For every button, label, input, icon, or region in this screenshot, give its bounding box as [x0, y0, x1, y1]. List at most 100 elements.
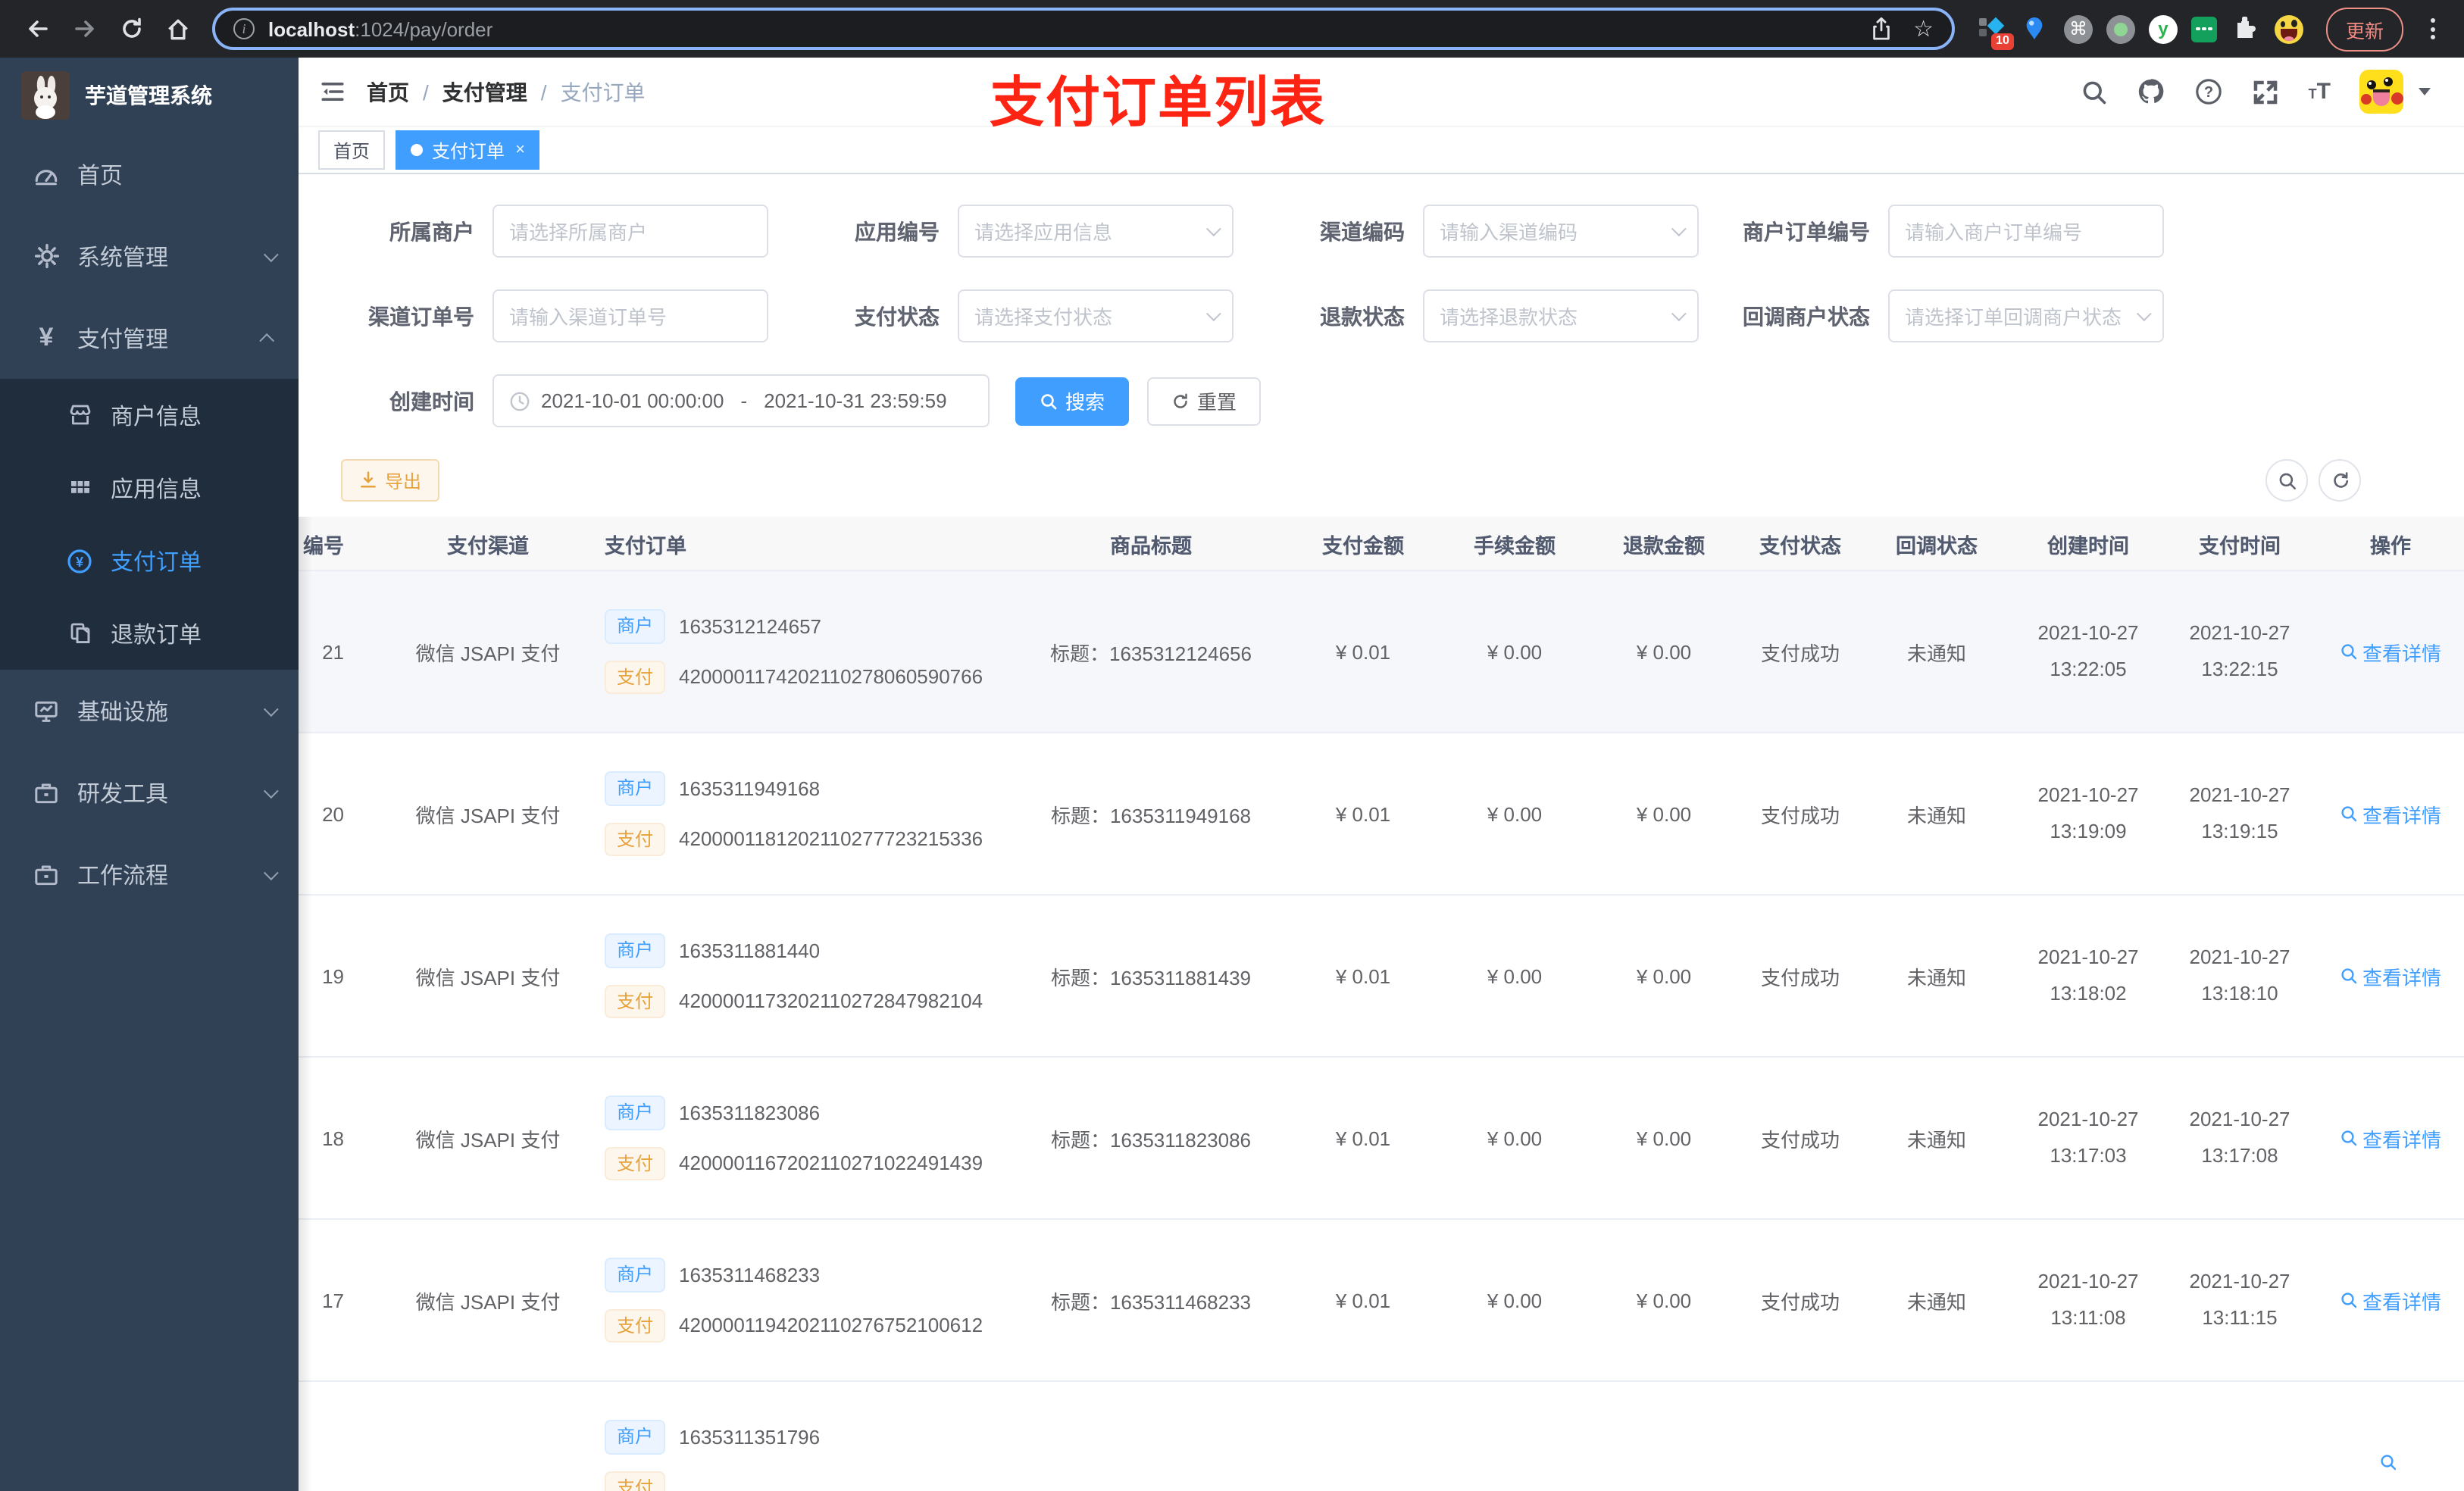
- create-time-range-picker[interactable]: 2021-10-01 00:00:00 - 2021-10-31 23:59:5…: [492, 374, 990, 427]
- page-content: 所属商户 请选择所属商户 应用编号 请选择应用信息 渠道编码 请输入渠道编码 商…: [299, 174, 2464, 1491]
- cell-created-time: 2021-10-27 13:18:02: [2037, 946, 2139, 1005]
- cell-title: [1018, 1382, 1284, 1491]
- sidebar-item-pay[interactable]: ¥ 支付管理: [0, 297, 299, 379]
- extension-green-dot-icon[interactable]: [2106, 14, 2135, 43]
- bookmark-star-icon[interactable]: ☆: [1913, 17, 1934, 40]
- fullscreen-icon[interactable]: [2253, 78, 2280, 105]
- date-start: 2021-10-01 00:00:00: [541, 389, 724, 412]
- cell-id: 21: [322, 640, 344, 663]
- channel-order-no-input[interactable]: 请输入渠道订单号: [492, 289, 768, 342]
- view-detail-link[interactable]: 查看详情: [2340, 1286, 2441, 1314]
- table-header-cell: 创建时间: [2047, 534, 2129, 557]
- sidebar-item-merchant-info[interactable]: 商户信息: [0, 379, 299, 452]
- sidebar-item-system[interactable]: 系统管理: [0, 215, 299, 297]
- tab-pay-order[interactable]: 支付订单 ×: [396, 130, 540, 170]
- cell-action: 查看详情: [2317, 1058, 2464, 1218]
- cell-paid-time: 2021-10-27 13:18:10: [2189, 946, 2290, 1005]
- app-logo-row[interactable]: 芋道管理系统: [0, 58, 299, 133]
- cell-refund: [1587, 1382, 1741, 1491]
- extension-emoji-icon[interactable]: [2274, 14, 2303, 43]
- toggle-search-button[interactable]: [2265, 459, 2308, 502]
- github-icon[interactable]: [2137, 77, 2166, 106]
- browser-forward-button[interactable]: [62, 7, 106, 51]
- breadcrumb-home[interactable]: 首页: [367, 77, 409, 107]
- avatar-caret-icon[interactable]: [2419, 88, 2431, 95]
- avatar[interactable]: [2359, 70, 2403, 114]
- merchant-tag: 商户: [605, 1257, 666, 1292]
- sidebar-item-workflow[interactable]: 工作流程: [0, 833, 299, 915]
- browser-reload-button[interactable]: [109, 7, 153, 51]
- sidebar-item-devtools[interactable]: 研发工具: [0, 752, 299, 833]
- channel-code-select[interactable]: 请输入渠道编码: [1423, 205, 1699, 258]
- cell-channel: 微信 JSAPI 支付: [415, 966, 561, 989]
- cell-fee: [1443, 1382, 1587, 1491]
- extension-command-icon[interactable]: ⌘: [2063, 14, 2093, 43]
- table-body: 21 微信 JSAPI 支付 商户 1635312124657 支付 42000…: [299, 571, 2464, 1491]
- search-icon[interactable]: [2081, 78, 2109, 105]
- url-bar[interactable]: i localhost:1024/pay/order ☆: [212, 8, 1955, 50]
- view-detail-link[interactable]: 查看详情: [2340, 799, 2441, 828]
- tab-home[interactable]: 首页: [318, 130, 386, 170]
- sidebar-item-label: 支付管理: [77, 327, 169, 352]
- cell-id: [299, 1382, 365, 1491]
- search-icon: [2341, 1293, 2357, 1308]
- extension-puzzle-icon[interactable]: [2231, 14, 2261, 44]
- share-icon[interactable]: [1869, 17, 1892, 41]
- browser-back-button[interactable]: [15, 7, 59, 51]
- merchant-input[interactable]: 请选择所属商户: [492, 205, 768, 258]
- pay-tag: 支付: [605, 1308, 666, 1343]
- tags-view-bar: 首页 支付订单 ×: [299, 127, 2464, 174]
- breadcrumb-pay[interactable]: 支付管理: [442, 77, 527, 107]
- refund-status-select[interactable]: 请选择退款状态: [1423, 289, 1699, 342]
- sidebar-item-home[interactable]: 首页: [0, 133, 299, 215]
- view-detail-link[interactable]: 查看详情: [2340, 637, 2441, 666]
- merchant-order-no-input[interactable]: 请输入商户订单编号: [1888, 205, 2164, 258]
- cell-channel: 微信 JSAPI 支付: [415, 1128, 561, 1151]
- cell-amount: ¥ 0.01: [1335, 802, 1391, 825]
- menu-fold-icon[interactable]: [320, 79, 346, 105]
- chevron-down-icon: [263, 783, 279, 799]
- table-header-cell: 编号: [303, 534, 344, 557]
- close-icon[interactable]: ×: [515, 141, 525, 159]
- browser-update-button[interactable]: 更新: [2325, 7, 2403, 51]
- cell-pay-status: 支付成功: [1760, 1290, 1840, 1313]
- sidebar-item-pay-order[interactable]: ¥ 支付订单: [0, 524, 299, 597]
- app-logo-rabbit: [21, 71, 70, 120]
- extension-figma-icon[interactable]: 10: [1976, 14, 2014, 50]
- sidebar-item-app-info[interactable]: 应用信息: [0, 452, 299, 524]
- help-icon[interactable]: ?: [2195, 77, 2224, 106]
- cell-created-time: 2021-10-27 13:17:03: [2037, 1108, 2139, 1167]
- table-header-cell: 操作: [2370, 534, 2411, 557]
- export-button[interactable]: 导出: [341, 459, 440, 502]
- sidebar-item-refund-order[interactable]: 退款订单: [0, 597, 299, 670]
- view-detail-link[interactable]: 查看详情: [2340, 961, 2441, 990]
- browser-chrome: i localhost:1024/pay/order ☆ 10 ⌘ y 更新: [0, 0, 2464, 58]
- info-icon[interactable]: i: [233, 18, 255, 39]
- refresh-table-button[interactable]: [2319, 459, 2361, 502]
- view-detail-link[interactable]: 查看详情: [2340, 1124, 2441, 1152]
- cell-fee: ¥ 0.00: [1487, 964, 1543, 987]
- browser-home-button[interactable]: [156, 7, 200, 51]
- pay-tag: 支付: [605, 822, 666, 857]
- sidebar: 芋道管理系统 首页 系统管理 ¥ 支付管理 商户信息 应用信息 ¥ 支付订单 退…: [0, 58, 299, 1491]
- extension-chat-icon[interactable]: [2190, 16, 2217, 42]
- sidebar-item-label: 首页: [77, 163, 124, 189]
- font-size-icon[interactable]: TT: [2309, 80, 2331, 104]
- table-header-cell: 支付渠道: [447, 534, 529, 557]
- callback-status-select[interactable]: 请选择订单回调商户状态: [1888, 289, 2164, 342]
- sidebar-item-label: 基础设施: [77, 699, 169, 725]
- extension-balloon-icon[interactable]: [2020, 14, 2050, 44]
- pay-status-select[interactable]: 请选择支付状态: [958, 289, 1234, 342]
- search-button[interactable]: 搜索: [1015, 377, 1130, 425]
- cell-action: 查看详情: [2317, 1220, 2464, 1380]
- merchant-order-no: 1635312124657: [679, 614, 822, 638]
- refund-status-label: 退款状态: [1320, 304, 1405, 328]
- table-header-cell: 支付状态: [1759, 534, 1841, 557]
- view-detail-link[interactable]: [2379, 1453, 2402, 1471]
- merchant-tag: 商户: [605, 1419, 666, 1454]
- extension-y-icon[interactable]: y: [2148, 14, 2178, 43]
- app-no-select[interactable]: 请选择应用信息: [958, 205, 1234, 258]
- sidebar-item-infra[interactable]: 基础设施: [0, 670, 299, 752]
- reset-button[interactable]: 重置: [1147, 377, 1262, 425]
- browser-menu-icon[interactable]: [2423, 18, 2443, 39]
